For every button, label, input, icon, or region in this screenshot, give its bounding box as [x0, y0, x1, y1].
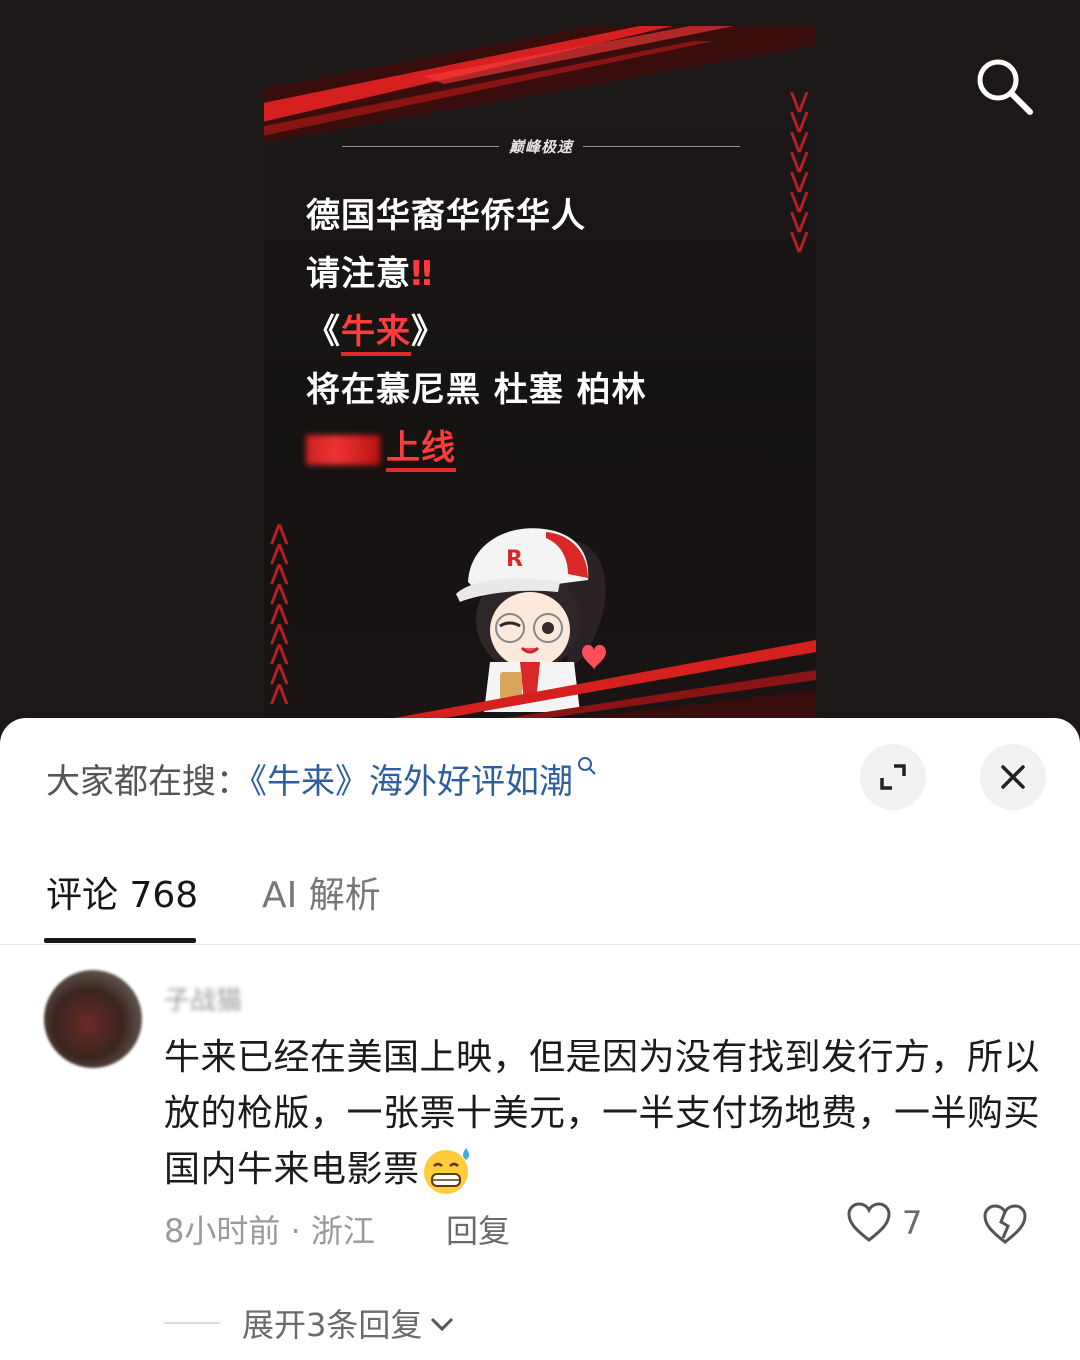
svg-text:R: R	[506, 547, 523, 572]
video-player[interactable]: 巅峰极速 德国华裔华侨华人 请注意‼ 《牛来》 将在慕尼黑 杜塞 柏林 上线 ⋁…	[0, 0, 1080, 720]
comment-location: 浙江	[310, 1212, 375, 1250]
search-suggestion[interactable]: 大家都在搜：《牛来》海外好评如潮	[46, 754, 599, 803]
search-button[interactable]	[972, 54, 1036, 118]
expand-button[interactable]	[860, 744, 926, 810]
headline-line-3: 《牛来》	[306, 304, 446, 356]
close-icon	[1001, 765, 1025, 789]
heart-icon	[847, 1202, 891, 1242]
headline-line-5: 上线	[306, 420, 456, 472]
comment-body: 牛来已经在美国上映，但是因为没有找到发行方，所以放的枪版，一张票十美元，一半支付…	[164, 1037, 1041, 1190]
headline-release-word: 上线	[386, 428, 456, 472]
tab-comments[interactable]: 评论 768	[46, 866, 198, 918]
poster-brand-row: 巅峰极速	[342, 134, 741, 158]
broken-heart-icon	[983, 1204, 1027, 1244]
comment-sheet: 大家都在搜：《牛来》海外好评如潮 评论 768 AI 解析 子战猫 牛来已经在美…	[0, 718, 1080, 1360]
close-button[interactable]	[980, 744, 1046, 810]
brand-logo-text: 巅峰极速	[509, 137, 574, 156]
double-exclamation-mark: ‼	[411, 254, 434, 294]
avatar[interactable]	[44, 970, 142, 1068]
headline-bracket-open: 《	[306, 312, 341, 352]
comment-time: 8小时前	[164, 1212, 281, 1250]
tab-ai-analysis[interactable]: AI 解析	[262, 866, 381, 918]
expand-replies-divider	[164, 1322, 220, 1324]
active-tab-indicator	[44, 938, 196, 943]
blurred-date	[306, 434, 380, 465]
headline-bracket-close: 》	[411, 312, 446, 352]
headline-line-1: 德国华裔华侨华人	[306, 196, 586, 236]
like-count: 7	[902, 1204, 923, 1242]
search-icon	[977, 59, 1033, 115]
suggestion-prefix: 大家都在搜：	[46, 762, 250, 802]
comment-tabs: 评论 768 AI 解析	[0, 858, 1080, 945]
headline-line-4: 将在慕尼黑 杜塞 柏林	[306, 370, 647, 410]
expand-icon	[880, 764, 906, 790]
expand-replies-label: 展开3条回复	[242, 1306, 423, 1344]
comment-username[interactable]: 子战猫	[164, 980, 242, 1017]
expand-replies[interactable]: 展开3条回复	[164, 1300, 458, 1346]
headline-line-2: 请注意‼	[306, 246, 433, 295]
small-search-icon	[578, 757, 596, 775]
headline-line-2-text: 请注意	[306, 254, 411, 294]
grimace-sweat-emoji-icon	[423, 1148, 469, 1194]
dislike-button[interactable]	[982, 1204, 1028, 1250]
chevron-decoration-right: ⋁ ⋁ ⋁ ⋁ ⋁ ⋁ ⋁ ⋁	[790, 89, 809, 254]
poster-bottom-stripe	[384, 640, 816, 720]
comment-text: 牛来已经在美国上映，但是因为没有找到发行方，所以放的枪版，一张票十美元，一半支付…	[164, 1030, 1044, 1198]
meta-separator: ·	[290, 1212, 301, 1250]
comment-meta: 8小时前 · 浙江	[164, 1206, 375, 1252]
like-button[interactable]: 7	[846, 1202, 922, 1244]
headline-movie-title: 牛来	[341, 312, 411, 356]
reply-button[interactable]: 回复	[446, 1206, 510, 1252]
chevron-down-icon	[431, 1317, 454, 1332]
suggestion-link[interactable]: 《牛来》海外好评如潮	[250, 762, 573, 802]
video-poster: 巅峰极速 德国华裔华侨华人 请注意‼ 《牛来》 将在慕尼黑 杜塞 柏林 上线 ⋁…	[264, 26, 816, 720]
